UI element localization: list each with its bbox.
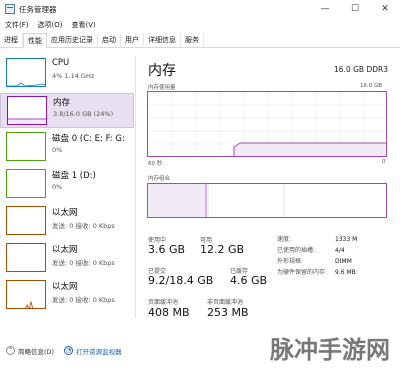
time-axis-label: 60 秒 xyxy=(148,161,163,167)
sidebar-item-cpu[interactable]: CPU 4% 1.14 GHz xyxy=(0,56,134,91)
cpu-thumbnail-graph xyxy=(6,58,46,87)
tab-processes[interactable]: 进程 xyxy=(0,33,23,48)
tab-performance[interactable]: 性能 xyxy=(23,33,47,49)
menu-view[interactable]: 查看(V) xyxy=(71,20,95,30)
tab-details[interactable]: 详细信息 xyxy=(144,33,181,48)
minimize-button[interactable]: — xyxy=(310,0,340,18)
window-controls: — ☐ ✕ xyxy=(310,0,400,18)
tab-users[interactable]: 用户 xyxy=(121,33,144,48)
page-title: 内存 xyxy=(148,63,176,79)
disk-0-thumbnail-graph xyxy=(6,132,46,161)
paged-pool-label: 页面缓冲池 xyxy=(148,299,179,306)
resource-monitor-label: 打开资源监视器 xyxy=(76,347,122,356)
sidebar-item-ethernet-3[interactable]: 以太网 发送: 0 接收: 0 Kbps xyxy=(0,278,134,313)
sidebar-item-label: 以太网 xyxy=(52,208,78,218)
ethernet-thumbnail-graph xyxy=(6,243,46,272)
usage-graph-label: 内存使用量 xyxy=(148,85,176,91)
tab-bar: 进程 性能 应用历史记录 启动 用户 详细信息 服务 xyxy=(0,33,400,49)
sidebar-item-value: 0% xyxy=(52,183,63,191)
detail-value: 4/4 xyxy=(335,247,345,254)
detail-value: 9.6 MB xyxy=(335,269,356,276)
sidebar-item-label: 以太网 xyxy=(52,282,78,292)
memory-usage-graph xyxy=(147,91,387,157)
open-resource-monitor-link[interactable]: ◔ 打开资源监视器 xyxy=(64,346,122,356)
performance-sidebar: CPU 4% 1.14 GHz 内存 3.8/16.0 GB (24%) 磁盘 … xyxy=(0,56,136,318)
detail-label: 为硬件保留的内存: xyxy=(277,269,328,276)
detail-value: DIMM xyxy=(335,258,352,265)
nonpaged-pool-label: 非页面缓冲池 xyxy=(207,299,244,306)
memory-spec: 16.0 GB DDR3 xyxy=(334,65,388,74)
detail-row-speed: 速度: 1333 M xyxy=(277,234,392,245)
chevron-up-icon: ⌃ xyxy=(6,346,15,355)
usage-area xyxy=(234,143,386,156)
close-button[interactable]: ✕ xyxy=(370,0,400,18)
detail-label: 速度: xyxy=(277,236,292,243)
fewer-details-label: 简略信息(D) xyxy=(18,347,55,356)
tab-startup[interactable]: 启动 xyxy=(98,33,121,48)
composition-label: 内存组合 xyxy=(148,176,171,182)
sidebar-item-disk-1[interactable]: 磁盘 1 (D:) 0% xyxy=(0,167,134,202)
ethernet-thumbnail-graph xyxy=(6,206,46,235)
sidebar-item-label: 磁盘 1 (D:) xyxy=(52,171,96,181)
task-manager-icon xyxy=(5,4,15,14)
sidebar-divider xyxy=(135,56,136,318)
memory-thumbnail-graph xyxy=(7,96,47,125)
detail-row-hardware-reserved: 为硬件保留的内存: 9.6 MB xyxy=(277,267,392,278)
sidebar-item-label: 以太网 xyxy=(52,245,78,255)
sidebar-item-value: 发送: 0 接收: 0 Kbps xyxy=(52,259,115,267)
detail-row-form-factor: 外形规格: DIMM xyxy=(277,256,392,267)
resource-monitor-icon: ◔ xyxy=(64,346,74,355)
title-bar: 任务管理器 — ☐ ✕ xyxy=(0,0,400,18)
detail-label: 已使用的插槽: xyxy=(277,247,316,254)
ethernet-thumbnail-graph xyxy=(6,280,46,309)
usage-graph-max: 16.0 GB xyxy=(360,83,383,89)
available-value: 12.2 GB xyxy=(200,243,245,256)
paged-pool-value: 408 MB xyxy=(148,306,190,319)
sidebar-item-disk-0[interactable]: 磁盘 0 (C: E: F: G: 0% xyxy=(0,130,134,165)
in-use-value: 3.6 GB xyxy=(148,243,186,256)
maximize-button[interactable]: ☐ xyxy=(340,0,370,18)
menu-bar: 文件(F) 选项(O) 查看(V) xyxy=(0,18,400,32)
menu-options[interactable]: 选项(O) xyxy=(38,20,63,30)
sidebar-item-value: 4% 1.14 GHz xyxy=(52,72,95,80)
window-title: 任务管理器 xyxy=(19,4,57,14)
tab-app-history[interactable]: 应用历史记录 xyxy=(47,33,98,48)
sidebar-item-ethernet-1[interactable]: 以太网 发送: 0 接收: 0 Kbps xyxy=(0,204,134,239)
sidebar-item-value: 发送: 0 接收: 0 Kbps xyxy=(52,222,115,230)
sidebar-item-label: CPU xyxy=(52,58,70,68)
detail-row-slots: 已使用的插槽: 4/4 xyxy=(277,245,392,256)
detail-value: 1333 M xyxy=(335,236,358,243)
menu-file[interactable]: 文件(F) xyxy=(5,20,29,30)
sidebar-item-ethernet-2[interactable]: 以太网 发送: 0 接收: 0 Kbps xyxy=(0,241,134,276)
time-axis-end: 0 xyxy=(382,159,386,165)
sidebar-item-memory[interactable]: 内存 3.8/16.0 GB (24%) xyxy=(0,93,134,128)
committed-value: 9.2/18.4 GB xyxy=(148,274,214,287)
sidebar-item-value: 3.8/16.0 GB (24%) xyxy=(53,110,114,118)
fewer-details-button[interactable]: ⌃ 简略信息(D) xyxy=(6,346,54,356)
detail-label: 外形规格: xyxy=(277,258,304,265)
cached-value: 4.6 GB xyxy=(230,274,268,287)
watermark-logo: 脉冲手游网 xyxy=(270,336,390,364)
memory-composition-bar xyxy=(147,183,387,218)
composition-in-use xyxy=(148,184,206,217)
memory-details: 速度: 1333 M 已使用的插槽: 4/4 外形规格: DIMM 为硬件保留的… xyxy=(277,234,392,278)
sidebar-item-value: 0% xyxy=(52,146,63,154)
disk-1-thumbnail-graph xyxy=(6,169,46,198)
sidebar-item-label: 磁盘 0 (C: E: F: G: xyxy=(52,134,125,144)
sidebar-item-value: 发送: 0 接收: 0 Kbps xyxy=(52,296,115,304)
tab-services[interactable]: 服务 xyxy=(181,33,204,48)
sidebar-item-label: 内存 xyxy=(53,98,71,108)
nonpaged-pool-value: 253 MB xyxy=(207,306,249,319)
